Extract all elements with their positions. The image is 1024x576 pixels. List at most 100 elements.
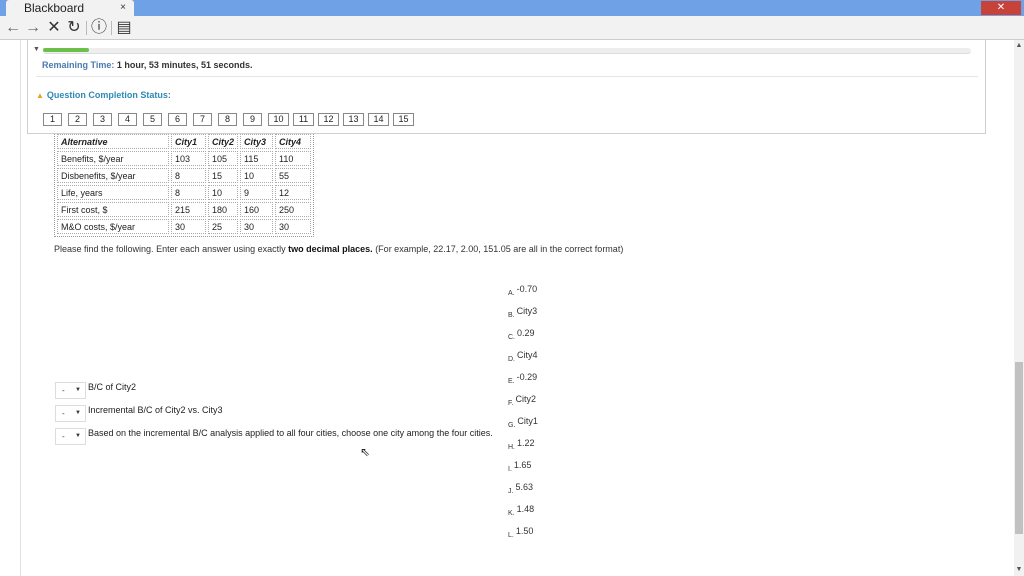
collapse-chevron-icon[interactable]: ▲ [36,91,44,100]
remaining-minutes-unit: minutes, [161,60,199,70]
answer-choice: G. City1 [508,416,538,429]
toolbar-separator [111,21,112,35]
answer-letter: A. [508,290,515,297]
question-text: Incremental B/C of City2 vs. City3 [88,405,223,415]
answer-letter: C. [508,334,515,341]
table-cell: 25 [208,219,239,234]
answer-select[interactable]: - ▼ [55,405,86,422]
completion-status-label: Question Completion Status: [46,90,171,100]
answer-choice: K. 1.48 [508,504,534,517]
table-row: Life, years 8 10 9 12 [57,185,312,200]
question-number-button[interactable]: 9 [243,113,262,126]
table-header-cell: City2 [208,134,239,149]
answer-letter: L. [508,532,514,539]
forward-arrow-icon[interactable]: → [24,19,42,37]
progress-toggle-icon[interactable]: ▼ [33,46,40,53]
answer-select[interactable]: - ▼ [55,382,86,399]
tab-close-icon[interactable]: × [120,0,126,16]
scroll-thumb[interactable] [1015,362,1023,534]
answer-letter: J. [508,488,514,495]
question-number-button[interactable]: 8 [218,113,237,126]
question-number-button[interactable]: 5 [143,113,162,126]
question-number-button[interactable]: 7 [193,113,212,126]
window-close-button[interactable]: ✕ [981,1,1021,15]
table-cell: 115 [240,151,274,166]
answer-letter: B. [508,312,515,319]
table-cell: 15 [208,168,239,183]
remaining-seconds: 51 [200,60,211,70]
question-number-button[interactable]: 4 [118,113,137,126]
back-arrow-icon[interactable]: ← [4,19,22,37]
question-number-button[interactable]: 10 [268,113,289,126]
remaining-minutes: 53 [148,60,159,70]
reload-icon[interactable]: ↻ [65,19,83,37]
question-number-button[interactable]: 13 [343,113,364,126]
alternatives-table: Alternative City1 City2 City3 City4 Benefits… [54,131,315,237]
page-scrollbar[interactable]: ▲ ▼ [1014,40,1024,576]
answer-choice: F. City2 [508,394,536,407]
answer-choice: C. 0.29 [508,328,535,341]
dropdown-arrow-icon: ▼ [75,387,81,393]
table-cell: 8 [171,168,206,183]
table-cell: 30 [275,219,312,234]
question-number-button[interactable]: 6 [168,113,187,126]
question-number-button[interactable]: 12 [318,113,339,126]
answer-value: -0.70 [516,284,538,294]
select-value: - [62,409,65,418]
answer-value: 1.22 [517,438,535,448]
instruction-suffix: (For example, 22.17, 2.00, 151.05 are al… [372,244,624,254]
stop-loading-icon[interactable]: ✕ [45,19,63,37]
mouse-cursor-icon: ⇖ [360,445,371,459]
question-text: Based on the incremental B/C analysis ap… [88,428,493,438]
browser-toolbar: ← → ✕ ↻ ⓘ ▤ [0,16,1024,40]
table-cell: 250 [275,202,312,217]
question-number-button[interactable]: 11 [293,113,314,126]
answer-choice: A. -0.70 [508,284,537,297]
reader-mode-icon[interactable]: ▤ [115,19,133,37]
toolbar-separator [86,21,87,35]
table-header-cell: City4 [275,134,312,149]
dropdown-arrow-icon: ▼ [75,410,81,416]
answer-value: 1.48 [516,504,535,514]
site-info-icon[interactable]: ⓘ [90,19,108,37]
question-completion-status[interactable]: ▲ Question Completion Status: [36,90,171,100]
answer-select[interactable]: - ▼ [55,428,86,445]
table-cell: M&O costs, $/year [57,219,169,234]
answer-choice: I. 1.65 [508,460,531,473]
question-number-button[interactable]: 3 [93,113,112,126]
table-cell: 55 [275,168,312,183]
answer-value: -0.29 [516,372,538,382]
scroll-up-icon[interactable]: ▲ [1015,42,1023,49]
question-number-button[interactable]: 14 [368,113,389,126]
remaining-time-label: Remaining Time: [42,60,115,70]
question-number-button[interactable]: 15 [393,113,414,126]
remaining-time: Remaining Time: 1 hour, 53 minutes, 51 s… [42,60,253,70]
table-cell: Benefits, $/year [57,151,169,166]
question-number-button[interactable]: 2 [68,113,87,126]
browser-tab[interactable]: Blackboard × [6,0,134,16]
table-cell: Disbenefits, $/year [57,168,169,183]
scroll-down-icon[interactable]: ▼ [1015,566,1023,573]
progress-bar [43,48,971,54]
select-value: - [62,386,65,395]
answer-value: 1.50 [515,526,534,536]
table-cell: Life, years [57,185,169,200]
dropdown-arrow-icon: ▼ [75,433,81,439]
answer-letter: D. [508,356,515,363]
table-body: Benefits, $/year 103 105 115 110 Disbenefits,… [57,151,312,234]
progress-fill [43,48,90,52]
table-row: M&O costs, $/year 30 25 30 30 [57,219,312,234]
table-cell: 8 [171,185,206,200]
answer-letter: K. [508,510,515,517]
answer-choice: B. City3 [508,306,537,319]
select-value: - [62,432,65,441]
question-number-button[interactable]: 1 [43,113,62,126]
instruction-prefix: Please find the following. Enter each an… [54,244,289,254]
answer-value: 0.29 [517,328,535,338]
table-cell: 215 [171,202,206,217]
answer-letter: I. [508,466,512,473]
answer-choice: D. City4 [508,350,538,363]
table-header-row: Alternative City1 City2 City3 City4 [57,134,312,149]
table-row: Disbenefits, $/year 8 15 10 55 [57,168,312,183]
table-row: Benefits, $/year 103 105 115 110 [57,151,312,166]
